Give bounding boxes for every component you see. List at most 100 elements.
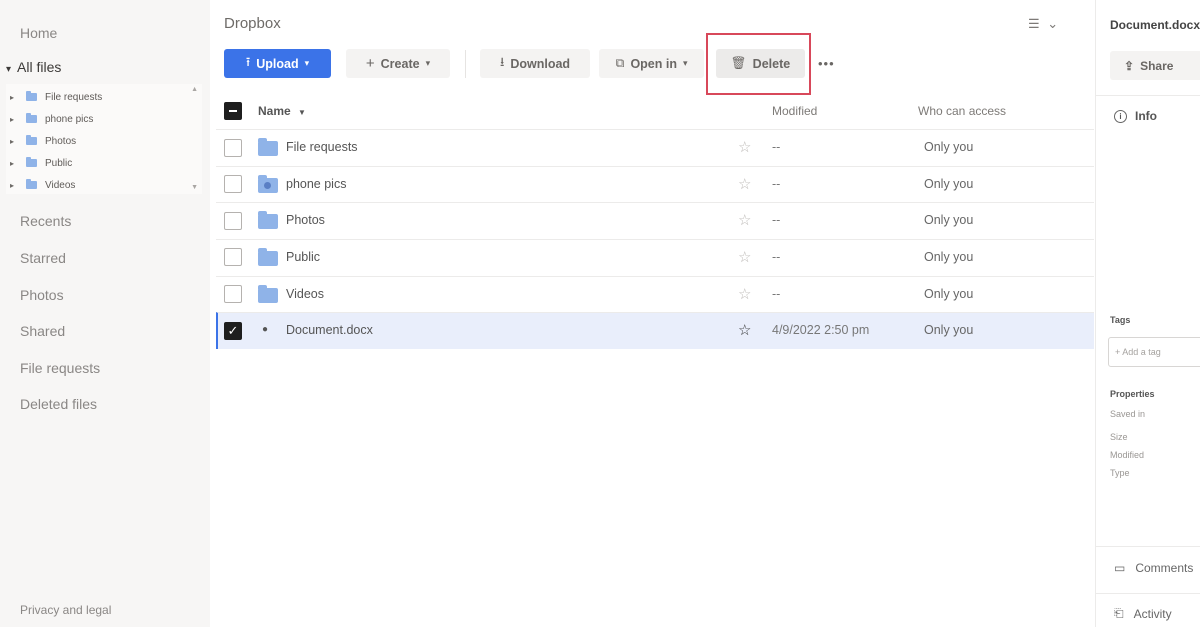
upload-icon: ⭱ bbox=[245, 55, 251, 69]
star-icon[interactable]: ☆ bbox=[738, 285, 751, 303]
access-value: Only you bbox=[924, 177, 974, 191]
sidebar-item-starred[interactable]: Starred bbox=[20, 250, 66, 266]
chevron-down-icon: ▾ bbox=[682, 58, 688, 68]
upload-label: Upload bbox=[256, 56, 299, 71]
tags-label: Tags bbox=[1110, 315, 1131, 325]
shared-folder-icon bbox=[258, 175, 278, 193]
chevron-right-icon[interactable]: ▸ bbox=[10, 159, 20, 168]
file-name[interactable]: File requests bbox=[286, 140, 358, 154]
column-header-name[interactable]: Name ▼ bbox=[258, 104, 306, 118]
create-label: Create bbox=[380, 56, 420, 71]
access-value: Only you bbox=[924, 140, 974, 154]
tree-item-label: File requests bbox=[45, 91, 103, 103]
tree-item-videos[interactable]: ▸ Videos bbox=[10, 176, 75, 194]
share-button[interactable]: ⇪ Share bbox=[1110, 51, 1200, 80]
info-icon: i bbox=[1114, 109, 1127, 123]
shared-folder-icon bbox=[26, 113, 37, 123]
panel-divider bbox=[1096, 593, 1200, 594]
tree-item-photos[interactable]: ▸ Photos bbox=[10, 132, 76, 150]
row-checkbox[interactable] bbox=[224, 248, 242, 266]
row-checkbox[interactable] bbox=[224, 285, 242, 303]
modified-value: -- bbox=[772, 140, 781, 154]
row-checkbox[interactable] bbox=[224, 175, 242, 193]
chevron-right-icon[interactable]: ▸ bbox=[10, 93, 20, 102]
column-header-modified[interactable]: Modified bbox=[772, 104, 817, 118]
star-icon[interactable]: ☆ bbox=[738, 175, 751, 193]
share-icon: ⇪ bbox=[1124, 58, 1135, 73]
sidebar-item-photos[interactable]: Photos bbox=[20, 287, 64, 303]
modified-value: -- bbox=[772, 213, 781, 227]
select-all-checkbox[interactable] bbox=[224, 102, 242, 120]
add-tag-input[interactable]: + Add a tag bbox=[1108, 337, 1200, 367]
sidebar-all-files-label: All files bbox=[17, 59, 62, 75]
row-checkbox[interactable] bbox=[224, 139, 242, 157]
row-checkbox[interactable] bbox=[224, 212, 242, 230]
create-button[interactable]: + Create ▾ bbox=[346, 49, 450, 78]
activity-label: Activity bbox=[1133, 606, 1172, 621]
sidebar-item-deleted-files[interactable]: Deleted files bbox=[20, 396, 97, 412]
info-tab[interactable]: i Info bbox=[1114, 109, 1157, 123]
star-icon[interactable]: ☆ bbox=[738, 248, 751, 266]
tree-item-label: Videos bbox=[45, 179, 76, 191]
tree-item-public[interactable]: ▸ Public bbox=[10, 154, 72, 172]
comments-tab[interactable]: ▭ Comments bbox=[1114, 561, 1193, 575]
open-in-button[interactable]: ⧉ Open in ▾ bbox=[599, 49, 704, 78]
file-name[interactable]: Public bbox=[286, 250, 320, 264]
page-title: Dropbox bbox=[224, 15, 281, 32]
column-header-access[interactable]: Who can access bbox=[918, 104, 1006, 118]
row-checkbox-checked[interactable]: ✓ bbox=[224, 322, 242, 340]
file-name[interactable]: phone pics bbox=[286, 177, 346, 191]
comment-icon: ▭ bbox=[1114, 561, 1126, 575]
star-icon[interactable]: ☆ bbox=[738, 321, 751, 339]
info-label: Info bbox=[1135, 109, 1157, 123]
document-icon: ● bbox=[262, 324, 269, 335]
access-value: Only you bbox=[924, 250, 974, 264]
access-value: Only you bbox=[924, 213, 974, 227]
scroll-down-icon[interactable]: ▼ bbox=[191, 184, 198, 191]
access-value: Only you bbox=[924, 287, 974, 301]
file-name[interactable]: Videos bbox=[286, 287, 324, 301]
property-saved-in: Saved in bbox=[1110, 409, 1146, 419]
view-toggle-button[interactable]: ☰ ⌄ bbox=[1028, 16, 1060, 32]
chevron-right-icon[interactable]: ▸ bbox=[10, 181, 20, 190]
file-name[interactable]: Photos bbox=[286, 213, 325, 227]
sidebar-all-files[interactable]: ▾ All files bbox=[6, 59, 61, 75]
external-link-icon: ⧉ bbox=[615, 56, 625, 70]
folder-icon bbox=[26, 135, 37, 145]
sidebar-home[interactable]: Home bbox=[20, 25, 57, 41]
activity-tab[interactable]: ⎗ Activity bbox=[1114, 606, 1172, 621]
scroll-up-icon[interactable]: ▲ bbox=[191, 86, 198, 93]
chevron-right-icon[interactable]: ▸ bbox=[10, 115, 20, 124]
upload-button[interactable]: ⭱ Upload ▾ bbox=[224, 49, 331, 78]
chevron-right-icon[interactable]: ▸ bbox=[10, 137, 20, 146]
panel-divider bbox=[1096, 95, 1200, 96]
sidebar-item-recents[interactable]: Recents bbox=[20, 213, 71, 229]
folder-icon bbox=[258, 211, 278, 229]
sidebar-item-shared[interactable]: Shared bbox=[20, 323, 65, 339]
details-title: Document.docx bbox=[1110, 18, 1200, 32]
sidebar-item-file-requests[interactable]: File requests bbox=[20, 360, 100, 376]
star-icon[interactable]: ☆ bbox=[738, 138, 751, 156]
property-modified: Modified bbox=[1110, 450, 1145, 460]
column-name-label: Name bbox=[258, 104, 291, 118]
comments-label: Comments bbox=[1135, 561, 1194, 575]
sidebar: Home ▾ All files ▸ File requests ▸ phone pi… bbox=[0, 0, 210, 627]
chevron-down-icon: ▾ bbox=[304, 58, 310, 68]
more-options-button[interactable]: ••• bbox=[818, 56, 835, 71]
tree-item-label: Photos bbox=[45, 135, 77, 147]
tree-item-phone-pics[interactable]: ▸ phone pics bbox=[10, 110, 93, 128]
folder-icon bbox=[258, 248, 278, 266]
open-in-label: Open in bbox=[630, 56, 677, 71]
activity-icon: ⎗ bbox=[1114, 606, 1124, 620]
modified-value: -- bbox=[772, 287, 781, 301]
modified-value: 4/9/2022 2:50 pm bbox=[772, 323, 870, 337]
access-value: Only you bbox=[924, 323, 974, 337]
star-icon[interactable]: ☆ bbox=[738, 211, 751, 229]
file-name[interactable]: Document.docx bbox=[286, 323, 373, 337]
tree-item-file-requests[interactable]: ▸ File requests bbox=[10, 88, 102, 106]
download-button[interactable]: ⭳ Download bbox=[480, 49, 590, 78]
property-size: Size bbox=[1110, 432, 1128, 442]
folder-icon bbox=[26, 179, 37, 189]
privacy-legal-link[interactable]: Privacy and legal bbox=[20, 603, 111, 617]
tree-item-label: phone pics bbox=[45, 113, 94, 125]
